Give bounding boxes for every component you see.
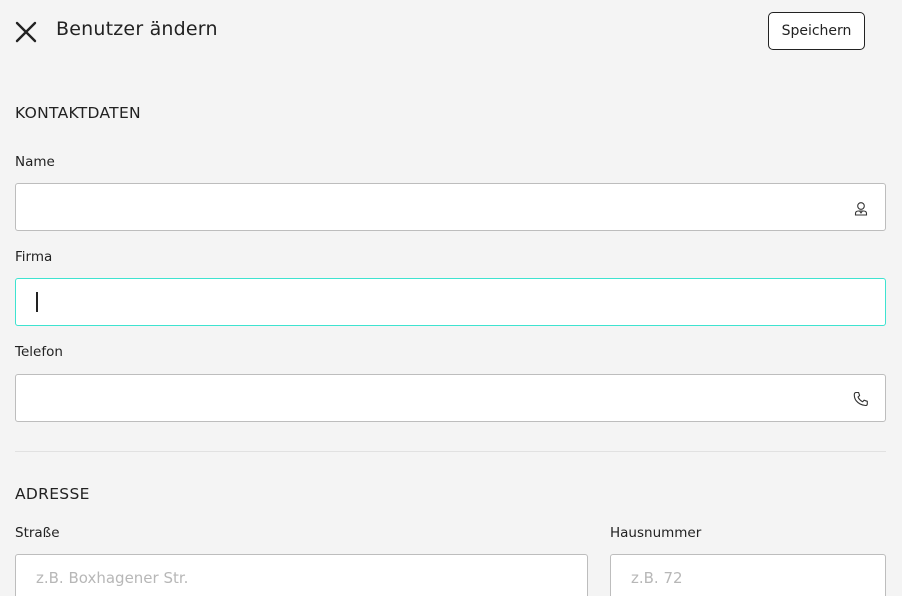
close-button[interactable]	[13, 19, 39, 45]
save-button[interactable]: Speichern	[768, 12, 865, 50]
section-divider	[15, 451, 886, 452]
name-label: Name	[15, 154, 55, 170]
section-title-contact: KONTAKTDATEN	[15, 104, 141, 122]
phone-label: Telefon	[15, 344, 63, 360]
company-label: Firma	[15, 249, 53, 265]
close-icon	[15, 21, 37, 43]
street-input[interactable]	[16, 555, 587, 596]
phone-input[interactable]	[16, 375, 885, 421]
company-field-container	[15, 278, 886, 326]
house-number-label: Hausnummer	[610, 525, 702, 541]
company-input[interactable]	[16, 279, 885, 325]
phone-icon	[853, 391, 869, 407]
phone-field-container	[15, 374, 886, 422]
text-cursor	[36, 292, 38, 312]
house-number-input[interactable]	[611, 555, 885, 596]
name-input[interactable]	[16, 184, 885, 230]
street-field-container	[15, 554, 588, 596]
page-title: Benutzer ändern	[56, 18, 218, 40]
edit-user-page: Benutzer ändern Speichern KONTAKTDATEN N…	[0, 0, 902, 596]
section-title-address: ADRESSE	[15, 485, 90, 503]
name-field-container	[15, 183, 886, 231]
house-number-field-container	[610, 554, 886, 596]
street-label: Straße	[15, 525, 60, 541]
person-icon	[853, 200, 869, 216]
